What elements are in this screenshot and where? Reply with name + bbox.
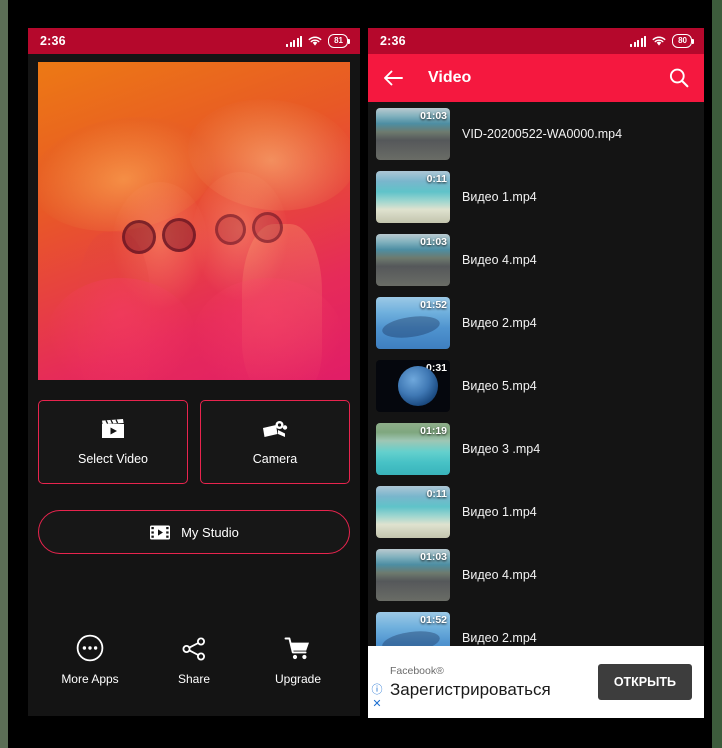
video-thumbnail: 0:11: [376, 170, 450, 223]
page-right-edge: [712, 0, 722, 748]
clapperboard-icon: [102, 419, 124, 438]
my-studio-label: My Studio: [181, 524, 239, 540]
sunglasses-lens-3: [215, 214, 246, 245]
ad-cta-button[interactable]: ОТКРЫТЬ: [597, 664, 692, 700]
nav-item-share[interactable]: Share: [151, 635, 237, 686]
video-duration: 0:31: [425, 361, 447, 374]
nav-label-more-apps: More Apps: [61, 672, 119, 686]
video-thumbnail: 01:03: [376, 548, 450, 601]
left-main-content: Select Video Camera My Studio More Apps …: [28, 54, 360, 716]
sunglasses-lens-4: [252, 212, 283, 243]
cellular-signal-icon: [286, 35, 303, 47]
search-icon[interactable]: [668, 67, 690, 89]
nav-label-share: Share: [177, 672, 211, 686]
video-camera-icon: [263, 421, 288, 437]
video-list-item[interactable]: 0:11 Видео 1.mp4: [368, 480, 704, 543]
select-video-button[interactable]: Select Video: [38, 400, 188, 484]
nav-item-more-apps[interactable]: More Apps: [47, 633, 133, 686]
status-indicators: 80: [630, 34, 694, 48]
wifi-icon: [652, 35, 666, 46]
video-thumbnail: 0:11: [376, 485, 450, 538]
video-list-item[interactable]: 0:11 Видео 1.mp4: [368, 165, 704, 228]
nav-item-upgrade[interactable]: Upgrade: [255, 635, 341, 686]
shopping-cart-icon: [284, 637, 309, 660]
ad-close-icon[interactable]: ✕: [372, 699, 381, 710]
status-indicators: 81: [286, 34, 350, 48]
video-list-item[interactable]: 01:03 Видео 4.mp4: [368, 228, 704, 291]
video-duration: 01:03: [420, 550, 447, 563]
sunglasses-lens-2: [162, 218, 196, 252]
battery-indicator: 80: [672, 34, 694, 48]
video-list-item[interactable]: 01:03 VID-20200522-WA0000.mp4: [368, 102, 704, 165]
screenshot-root: 2:36 81 Select Video Camera My Studio Mo…: [0, 0, 722, 748]
select-video-label: Select Video: [78, 452, 148, 466]
ad-marks: ⓘ ✕: [368, 646, 386, 718]
video-list-item[interactable]: 01:52 Видео 2.mp4: [368, 291, 704, 354]
video-filename: Видео 1.mp4: [462, 504, 537, 519]
left-phone-frame: 2:36 81 Select Video Camera My Studio Mo…: [8, 0, 360, 748]
ad-banner[interactable]: ⓘ ✕ Facebook® Зарегистрироваться ОТКРЫТЬ: [368, 646, 704, 718]
video-duration: 0:11: [426, 487, 447, 500]
video-thumbnail: 01:52: [376, 296, 450, 349]
video-duration: 01:03: [420, 109, 447, 122]
battery-indicator: 81: [328, 34, 350, 48]
video-duration: 01:52: [420, 298, 447, 311]
video-filename: Видео 3 .mp4: [462, 441, 541, 456]
video-list[interactable]: 01:03 VID-20200522-WA0000.mp4 0:11 Видео 1.…: [368, 102, 704, 718]
video-list-item[interactable]: 0:31 Видео 5.mp4: [368, 354, 704, 417]
video-duration: 01:19: [420, 424, 447, 437]
page-title: Video: [428, 69, 472, 86]
video-list-item[interactable]: 01:03 Видео 4.mp4: [368, 543, 704, 606]
video-filename: Видео 2.mp4: [462, 630, 537, 645]
ad-brand: Facebook®: [390, 664, 444, 677]
right-status-bar: 2:36 80: [368, 28, 704, 54]
video-filename: VID-20200522-WA0000.mp4: [462, 126, 623, 141]
video-thumbnail: 0:31: [376, 359, 450, 412]
video-thumbnail: 01:03: [376, 233, 450, 286]
ad-info-icon[interactable]: ⓘ: [372, 685, 383, 696]
film-strip-icon: [150, 525, 171, 539]
right-phone-screen: 2:36 80 Video 01:03 VID-20200522-WA0000.…: [368, 28, 704, 718]
wifi-icon: [308, 35, 322, 46]
status-clock: 2:36: [40, 34, 66, 48]
video-duration: 0:11: [426, 172, 447, 185]
video-filename: Видео 1.mp4: [462, 189, 537, 204]
hero-photo-preview[interactable]: [38, 62, 350, 380]
nav-label-upgrade: Upgrade: [274, 672, 322, 686]
video-picker-appbar: Video: [368, 54, 704, 102]
video-duration: 01:52: [420, 613, 447, 626]
my-studio-button[interactable]: My Studio: [38, 510, 350, 554]
primary-action-row: Select Video Camera: [38, 400, 350, 484]
video-list-item[interactable]: 01:19 Видео 3 .mp4: [368, 417, 704, 480]
camera-button[interactable]: Camera: [200, 400, 350, 484]
more-circle-icon: [76, 634, 104, 662]
sunglasses-lens-1: [122, 220, 156, 254]
share-icon: [182, 637, 205, 661]
video-filename: Видео 2.mp4: [462, 315, 537, 330]
camera-label: Camera: [252, 452, 298, 466]
left-phone-screen: 2:36 81 Select Video Camera My Studio Mo…: [28, 28, 360, 716]
bottom-navigation: More Apps Share Upgrade: [38, 633, 350, 686]
right-phone-frame: 2:36 80 Video 01:03 VID-20200522-WA0000.…: [360, 0, 712, 748]
cellular-signal-icon: [630, 35, 647, 47]
video-thumbnail: 01:19: [376, 422, 450, 475]
arrow-back-icon[interactable]: [382, 69, 404, 87]
status-clock: 2:36: [380, 34, 406, 48]
video-filename: Видео 5.mp4: [462, 378, 537, 393]
left-status-bar: 2:36 81: [28, 28, 360, 54]
ad-text-block: Facebook® Зарегистрироваться: [386, 665, 598, 700]
video-filename: Видео 4.mp4: [462, 252, 537, 267]
video-thumbnail: 01:03: [376, 107, 450, 160]
video-duration: 01:03: [420, 235, 447, 248]
video-filename: Видео 4.mp4: [462, 567, 537, 582]
ad-headline: Зарегистрироваться: [390, 679, 551, 699]
